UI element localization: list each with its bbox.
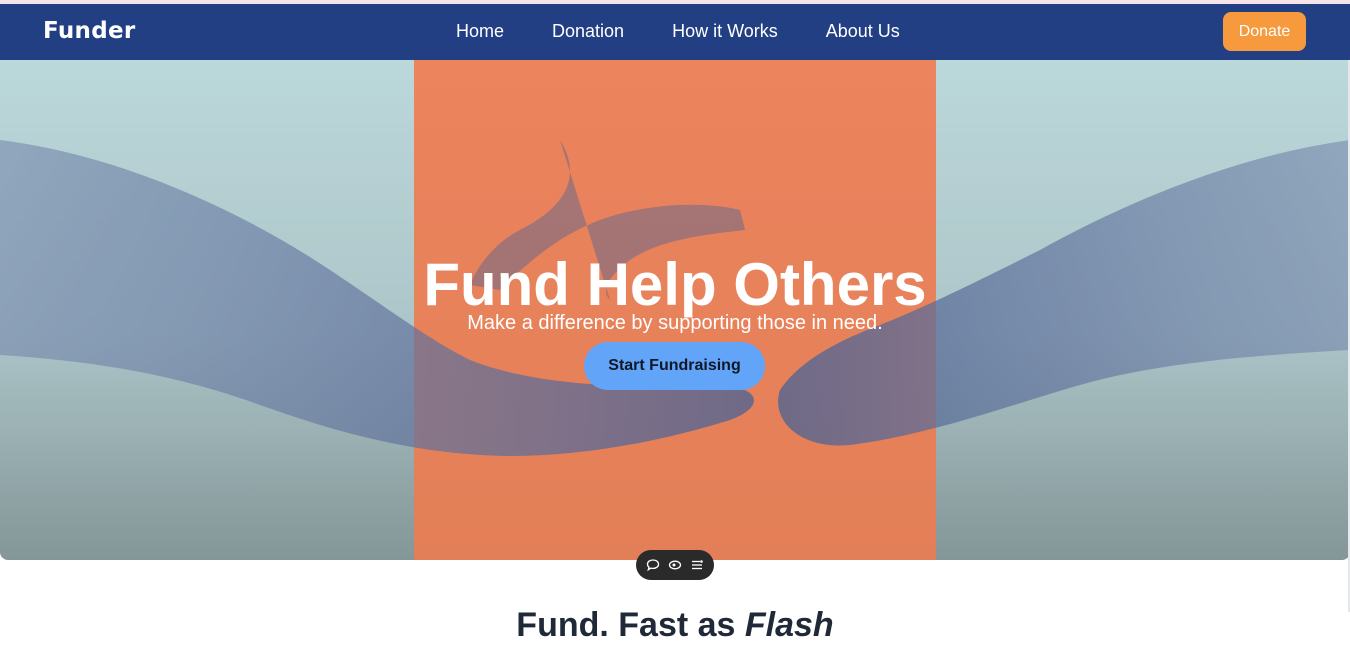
hero-title: Fund Help Others: [423, 251, 927, 319]
start-fundraising-button[interactable]: Start Fundraising: [584, 342, 765, 390]
nav-links: Home Donation How it Works About Us: [456, 21, 948, 42]
list-settings-icon[interactable]: [688, 556, 706, 574]
nav-home[interactable]: Home: [456, 21, 504, 42]
nav-about-us[interactable]: About Us: [826, 21, 900, 42]
comment-icon[interactable]: [644, 556, 662, 574]
section-title: Fund. Fast as Flash: [0, 606, 1350, 645]
donate-button[interactable]: Donate: [1223, 12, 1306, 51]
hero-subtitle: Make a difference by supporting those in…: [467, 312, 883, 334]
nav-how-it-works[interactable]: How it Works: [672, 21, 778, 42]
hero-banner: Fund Help Others Make a difference by su…: [0, 60, 1350, 560]
nav-donation[interactable]: Donation: [552, 21, 624, 42]
navbar: Funder Home Donation How it Works About …: [0, 4, 1350, 60]
floating-toolbar: [636, 550, 714, 580]
eye-icon[interactable]: [666, 556, 684, 574]
brand-logo[interactable]: Funder: [43, 18, 136, 44]
